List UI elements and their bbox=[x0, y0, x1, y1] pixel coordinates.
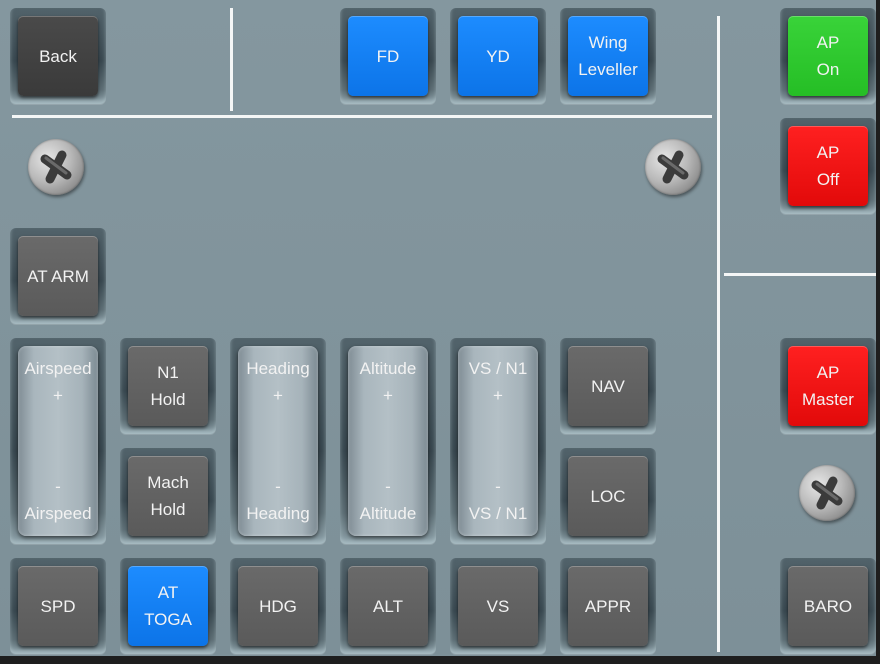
screw-icon bbox=[28, 139, 84, 195]
airspeed-decrease-button[interactable]: - Airspeed bbox=[18, 441, 98, 536]
alt-button-bezel: ALT bbox=[340, 558, 436, 654]
mach-hold-button-bezel: Mach Hold bbox=[120, 448, 216, 544]
top-horizontal-divider bbox=[12, 115, 712, 118]
ap-off-button-bezel: AP Off bbox=[780, 118, 876, 214]
vs-n1-decrease-button[interactable]: - VS / N1 bbox=[458, 441, 538, 536]
screw-icon bbox=[799, 465, 855, 521]
yd-button-bezel: YD bbox=[450, 8, 546, 104]
spd-button[interactable]: SPD bbox=[18, 566, 98, 646]
mach-hold-button[interactable]: Mach Hold bbox=[128, 456, 208, 536]
back-button-bezel: Back bbox=[10, 8, 106, 104]
alt-button[interactable]: ALT bbox=[348, 566, 428, 646]
main-vertical-divider bbox=[717, 16, 720, 652]
at-arm-button-bezel: AT ARM bbox=[10, 228, 106, 324]
altitude-decrease-button[interactable]: - Altitude bbox=[348, 441, 428, 536]
autopilot-panel: Back FD YD Wing Leveller AP On AP Off AP… bbox=[0, 0, 876, 656]
loc-button-bezel: LOC bbox=[560, 448, 656, 544]
altitude-rocker: Altitude + - Altitude bbox=[348, 346, 428, 536]
appr-button-bezel: APPR bbox=[560, 558, 656, 654]
airspeed-rocker-bezel: Airspeed + - Airspeed bbox=[10, 338, 106, 544]
at-toga-button[interactable]: AT TOGA bbox=[128, 566, 208, 646]
right-horizontal-divider bbox=[724, 273, 876, 276]
airspeed-increase-button[interactable]: Airspeed + bbox=[18, 346, 98, 441]
fd-button[interactable]: FD bbox=[348, 16, 428, 96]
vs-button[interactable]: VS bbox=[458, 566, 538, 646]
airspeed-rocker: Airspeed + - Airspeed bbox=[18, 346, 98, 536]
n1-hold-button[interactable]: N1 Hold bbox=[128, 346, 208, 426]
wing-leveller-button[interactable]: Wing Leveller bbox=[568, 16, 648, 96]
altitude-rocker-bezel: Altitude + - Altitude bbox=[340, 338, 436, 544]
loc-button[interactable]: LOC bbox=[568, 456, 648, 536]
screw-icon bbox=[645, 139, 701, 195]
back-button[interactable]: Back bbox=[18, 16, 98, 96]
hdg-button[interactable]: HDG bbox=[238, 566, 318, 646]
baro-button[interactable]: BARO bbox=[788, 566, 868, 646]
spd-button-bezel: SPD bbox=[10, 558, 106, 654]
appr-button[interactable]: APPR bbox=[568, 566, 648, 646]
vs-n1-rocker-bezel: VS / N1 + - VS / N1 bbox=[450, 338, 546, 544]
nav-button[interactable]: NAV bbox=[568, 346, 648, 426]
n1-hold-button-bezel: N1 Hold bbox=[120, 338, 216, 434]
vs-button-bezel: VS bbox=[450, 558, 546, 654]
ap-off-button[interactable]: AP Off bbox=[788, 126, 868, 206]
top-vertical-divider bbox=[230, 8, 233, 111]
vs-n1-rocker: VS / N1 + - VS / N1 bbox=[458, 346, 538, 536]
heading-decrease-button[interactable]: - Heading bbox=[238, 441, 318, 536]
baro-button-bezel: BARO bbox=[780, 558, 876, 654]
altitude-increase-button[interactable]: Altitude + bbox=[348, 346, 428, 441]
vs-n1-increase-button[interactable]: VS / N1 + bbox=[458, 346, 538, 441]
heading-rocker-bezel: Heading + - Heading bbox=[230, 338, 326, 544]
at-arm-button[interactable]: AT ARM bbox=[18, 236, 98, 316]
fd-button-bezel: FD bbox=[340, 8, 436, 104]
at-toga-button-bezel: AT TOGA bbox=[120, 558, 216, 654]
hdg-button-bezel: HDG bbox=[230, 558, 326, 654]
heading-rocker: Heading + - Heading bbox=[238, 346, 318, 536]
heading-increase-button[interactable]: Heading + bbox=[238, 346, 318, 441]
nav-button-bezel: NAV bbox=[560, 338, 656, 434]
ap-on-button[interactable]: AP On bbox=[788, 16, 868, 96]
ap-on-button-bezel: AP On bbox=[780, 8, 876, 104]
ap-master-button-bezel: AP Master bbox=[780, 338, 876, 434]
wing-leveller-button-bezel: Wing Leveller bbox=[560, 8, 656, 104]
ap-master-button[interactable]: AP Master bbox=[788, 346, 868, 426]
yd-button[interactable]: YD bbox=[458, 16, 538, 96]
